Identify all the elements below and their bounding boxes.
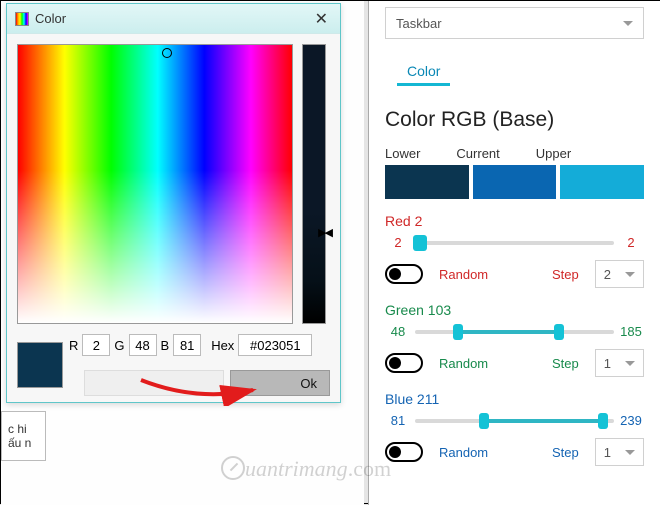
hex-input[interactable]	[238, 334, 312, 356]
red-slider[interactable]	[415, 241, 614, 245]
step-label: Step	[552, 356, 579, 371]
titlebar[interactable]: Color ✕	[7, 4, 340, 34]
red-slider-knob-max[interactable]	[417, 235, 427, 251]
color-current[interactable]	[473, 165, 557, 199]
header-current: Current	[456, 146, 499, 161]
chevron-down-icon	[625, 450, 635, 455]
value-slider[interactable]	[302, 44, 326, 324]
blue-step-select[interactable]: 1	[595, 438, 644, 466]
blue-min: 81	[385, 413, 411, 428]
green-max: 185	[618, 324, 644, 339]
header-lower: Lower	[385, 146, 420, 161]
target-dropdown[interactable]: Taskbar	[385, 7, 644, 39]
step-label: Step	[552, 267, 579, 282]
value-slider-thumb[interactable]: ▶◀	[318, 226, 331, 239]
random-label: Random	[439, 445, 488, 460]
close-icon[interactable]: ✕	[311, 9, 332, 29]
random-label: Random	[439, 267, 488, 282]
palette-icon	[15, 12, 29, 26]
green-slider-knob-min[interactable]	[453, 324, 463, 340]
ok-button-label: Ok	[300, 376, 317, 391]
chevron-down-icon	[623, 21, 633, 26]
g-label: G	[114, 338, 124, 353]
empty-button[interactable]	[84, 370, 224, 396]
random-label: Random	[439, 356, 488, 371]
green-step-value: 1	[604, 356, 611, 371]
blue-slider-knob-max[interactable]	[598, 413, 608, 429]
ok-button[interactable]: Ok	[230, 370, 330, 396]
chevron-down-icon	[625, 272, 635, 277]
section-title: Color RGB (Base)	[385, 108, 644, 132]
color-dialog: Color ✕ ▶◀ R G B He	[6, 3, 341, 403]
color-lower[interactable]	[385, 165, 469, 199]
tab-color[interactable]: Color	[397, 63, 450, 86]
red-min: 2	[385, 235, 411, 250]
color-upper[interactable]	[560, 165, 644, 199]
chevron-down-icon	[625, 361, 635, 366]
channel-red-label: Red 2	[385, 213, 644, 229]
green-slider[interactable]	[415, 330, 614, 334]
r-label: R	[69, 338, 78, 353]
green-min: 48	[385, 324, 411, 339]
red-max: 2	[618, 235, 644, 250]
green-step-select[interactable]: 1	[595, 349, 644, 377]
hue-saturation-picker[interactable]	[17, 44, 293, 324]
green-slider-knob-max[interactable]	[554, 324, 564, 340]
red-step-select[interactable]: 2	[595, 260, 644, 288]
r-input[interactable]	[82, 334, 110, 356]
blue-slider[interactable]	[415, 419, 614, 423]
b-input[interactable]	[173, 334, 201, 356]
red-random-toggle[interactable]	[385, 264, 423, 284]
blue-max: 239	[618, 413, 644, 428]
blue-step-value: 1	[604, 445, 611, 460]
watermark-clock-icon	[221, 456, 245, 480]
hex-label: Hex	[211, 338, 234, 353]
watermark: uantrimang.com	[221, 456, 391, 482]
settings-panel: Taskbar Color Color RGB (Base) Lower Cur…	[368, 1, 660, 505]
green-random-toggle[interactable]	[385, 353, 423, 373]
picker-cursor	[162, 48, 172, 58]
step-label: Step	[552, 445, 579, 460]
blue-slider-knob-min[interactable]	[479, 413, 489, 429]
header-upper: Upper	[536, 146, 571, 161]
background-fragment: c hi ấu n	[1, 411, 46, 461]
dropdown-value: Taskbar	[396, 16, 442, 31]
channel-green-label: Green 103	[385, 302, 644, 318]
b-label: B	[161, 338, 170, 353]
red-step-value: 2	[604, 267, 611, 282]
dialog-title: Color	[35, 11, 66, 26]
channel-blue-label: Blue 211	[385, 391, 644, 407]
g-input[interactable]	[129, 334, 157, 356]
color-swatch	[17, 342, 63, 388]
